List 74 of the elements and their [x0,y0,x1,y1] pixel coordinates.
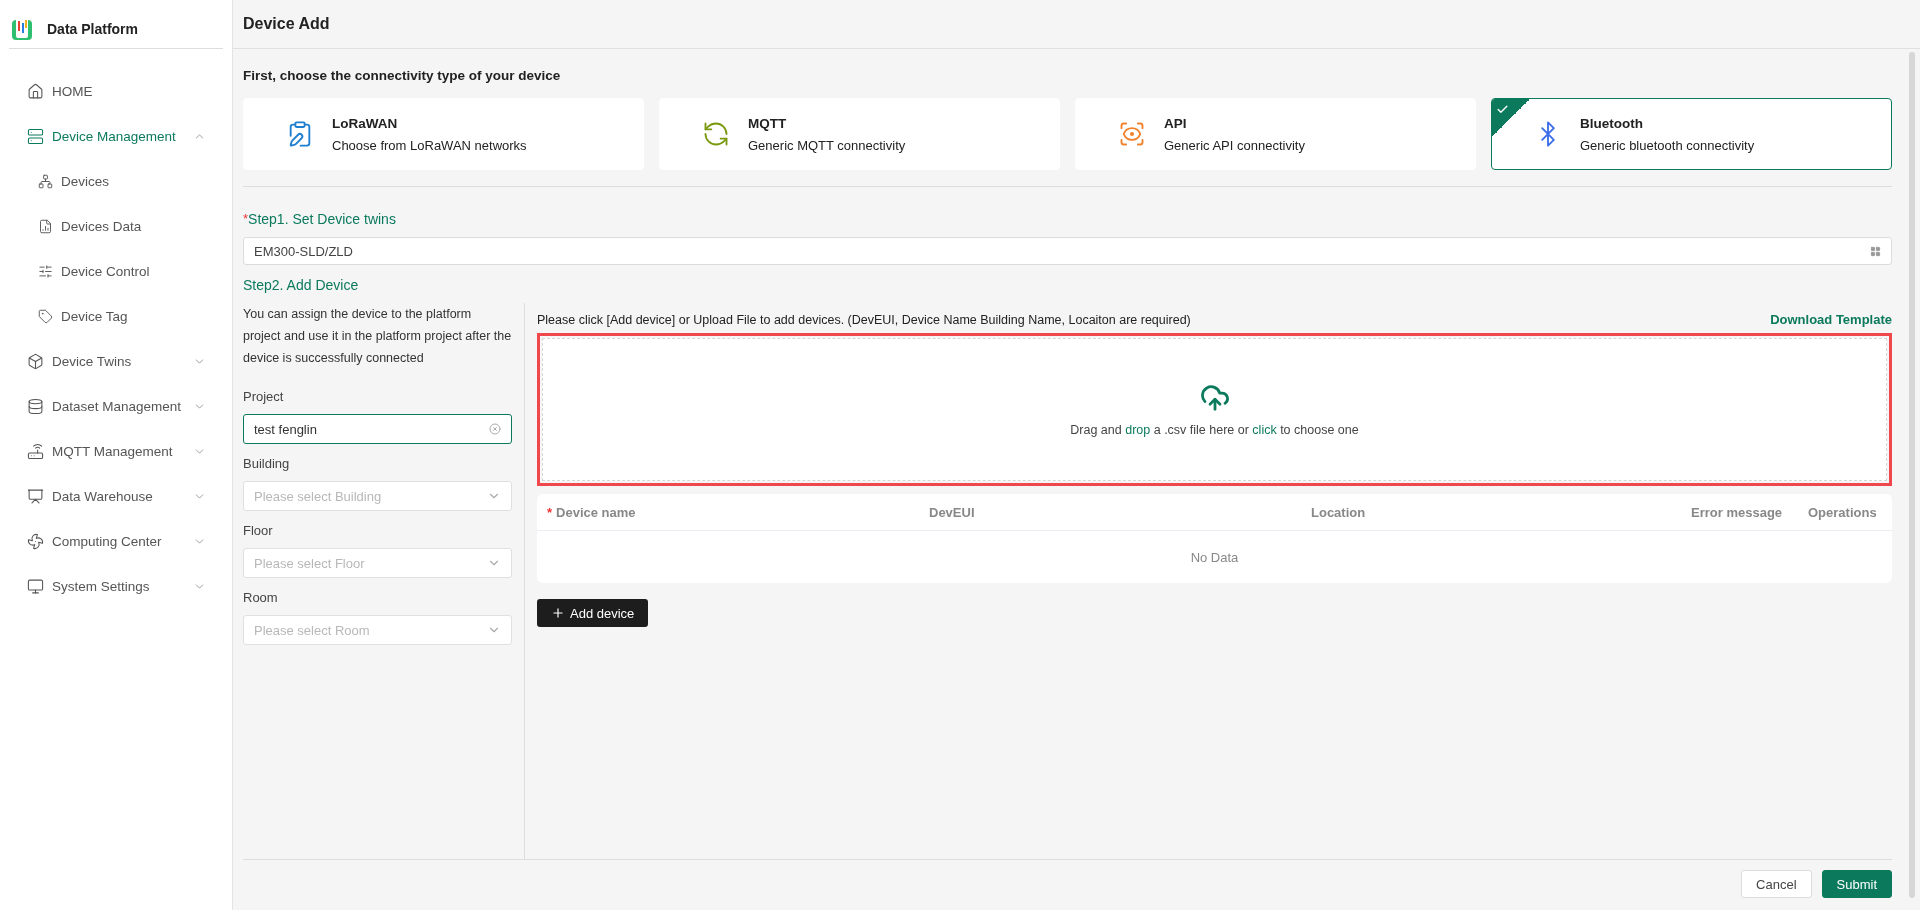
cancel-button[interactable]: Cancel [1741,870,1812,898]
sidebar-item[interactable]: HOME [0,69,232,114]
tag-icon [38,309,53,324]
connectivity-card[interactable]: API Generic API connectivity [1075,98,1476,170]
submit-button[interactable]: Submit [1821,870,1892,898]
cloud-upload-icon [1199,382,1230,413]
sidebar-item[interactable]: Device Twins [0,339,232,384]
router-icon [27,443,44,460]
sidebar-item[interactable]: Data Warehouse [0,474,232,519]
board-icon [27,488,44,505]
refresh-icon [702,120,730,148]
column-header: Operations [1808,504,1877,520]
sidebar-item[interactable]: Computing Center [0,519,232,564]
device-twins-field[interactable]: EM300-SLD/ZLD [243,237,1892,265]
required-mark: * [547,504,553,520]
card-description: Generic API connectivity [1164,137,1305,153]
upload-link[interactable]: click [1252,422,1277,437]
add-device-button[interactable]: Add device [537,599,649,627]
sidebar-item[interactable]: MQTT Management [0,429,232,474]
card-title: MQTT [748,115,788,131]
card-title: LoRaWAN [332,115,399,131]
card-title: API [1164,115,1188,131]
upload-link[interactable]: drop [1125,422,1151,437]
column-header: DevEUI [929,504,975,520]
chart-file-icon [38,219,53,234]
sidebar-subitem[interactable]: Devices [0,159,232,204]
card-title: Bluetooth [1580,115,1644,131]
card-description: Generic bluetooth connectivity [1580,137,1755,153]
step-title: Step2. Add Device [243,277,359,293]
sidebar-item[interactable]: Device Management [0,114,232,159]
sidebar-subitem[interactable]: Devices Data [0,204,232,249]
upload-text: Drag and drop a .csv file here or click to choose one [1070,422,1359,437]
field-label: Building [243,456,291,471]
server-icon [27,128,44,145]
monitor-icon [27,578,44,595]
brand-name: Data Platform [47,21,139,37]
sidebar-item[interactable]: System Settings [0,564,232,609]
step-title: Step1. Set Device twins [248,211,396,227]
column-header: Error message [1691,504,1783,520]
sidebar-subitem[interactable]: Device Control [0,249,232,294]
card-description: Choose from LoRaWAN networks [332,137,527,153]
grid-icon [1870,245,1881,257]
connectivity-card[interactable]: MQTT Generic MQTT connectivity [659,98,1060,170]
network-icon [38,174,53,189]
field-label: Floor [243,523,274,538]
database-icon [27,398,44,415]
column-header: Device name [556,504,636,520]
assign-hint: You can assign the device to the platform project and use it in the platform project after the device is successfully connected [243,306,512,367]
instruction-text: Please click [Add device] or Upload File to add devices. (DevEUI, Device Name Building Name, Locaiton are required) [537,312,1191,327]
field-label: Project [243,389,285,404]
scan-eye-icon [1118,120,1146,148]
sliders-icon [38,264,53,279]
card-description: Generic MQTT connectivity [748,137,906,153]
upload-dropzone[interactable]: Drag and drop a .csv file here or click to choose one [542,338,1887,481]
download-template-link[interactable]: Download Template [1770,312,1892,327]
clear-icon [489,423,501,435]
column-header: Location [1311,504,1366,520]
sidebar-item[interactable]: Dataset Management [0,384,232,429]
house-icon [27,83,44,100]
page-title: Device Add [243,15,330,33]
connectivity-card[interactable]: LoRaWAN Choose from LoRaWAN networks [243,98,644,170]
section-heading: First, choose the connectivity type of your device [243,68,562,83]
empty-text: No Data [1190,549,1239,565]
field-label: Room [243,590,279,605]
connectivity-card[interactable]: Bluetooth Generic bluetooth connectivity [1491,98,1892,170]
check-icon [1496,103,1509,116]
fan-icon [27,533,44,550]
required-mark: * [243,211,249,226]
select-field[interactable]: test fenglin [243,414,512,444]
logo-icon [11,17,33,41]
box-icon [27,353,44,370]
plus-icon [551,606,565,620]
scrollbar[interactable] [1909,52,1915,898]
sidebar-subitem[interactable]: Device Tag [0,294,232,339]
